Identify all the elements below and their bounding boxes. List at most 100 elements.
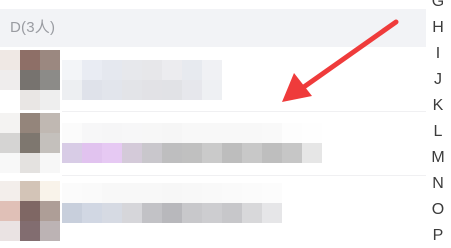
- avatar-mosaic-block: [20, 113, 40, 133]
- name-mosaic-block: [202, 80, 222, 100]
- name-mosaic-line: [62, 123, 322, 143]
- name-mosaic-block: [202, 60, 222, 80]
- name-mosaic-block: [142, 123, 162, 143]
- name-mosaic-block: [162, 183, 182, 203]
- name-mosaic-block: [82, 143, 102, 163]
- avatar: [0, 181, 60, 241]
- contacts-screen: D(3人) G H I J K L M N O P: [0, 0, 451, 248]
- name-mosaic-line: [62, 203, 282, 223]
- name-mosaic-block: [142, 143, 162, 163]
- avatar-mosaic-block: [40, 113, 60, 133]
- contact-row[interactable]: [0, 113, 426, 173]
- avatar: [0, 50, 60, 110]
- name-mosaic-block: [102, 60, 122, 80]
- name-mosaic-block: [82, 60, 102, 80]
- name-mosaic-block: [222, 143, 242, 163]
- name-mosaic-block: [142, 183, 162, 203]
- name-mosaic-block: [122, 143, 142, 163]
- avatar-mosaic-block: [0, 113, 20, 133]
- name-mosaic-block: [242, 143, 262, 163]
- name-mosaic-block: [142, 203, 162, 223]
- name-mosaic-block: [82, 203, 102, 223]
- avatar-mosaic-block: [20, 181, 40, 201]
- name-mosaic-block: [62, 80, 82, 100]
- name-mosaic-block: [222, 183, 242, 203]
- name-mosaic-block: [62, 123, 82, 143]
- name-mosaic-block: [262, 203, 282, 223]
- avatar-mosaic-block: [40, 70, 60, 90]
- contact-name-redacted: [62, 183, 282, 223]
- name-mosaic-block: [102, 123, 122, 143]
- index-letter-o[interactable]: O: [425, 200, 451, 220]
- name-mosaic-block: [282, 123, 302, 143]
- name-mosaic-block: [162, 123, 182, 143]
- name-mosaic-block: [262, 143, 282, 163]
- name-mosaic-block: [202, 203, 222, 223]
- name-mosaic-block: [302, 123, 322, 143]
- index-letter-i[interactable]: I: [425, 44, 451, 64]
- avatar-mosaic-block: [40, 181, 60, 201]
- avatar-mosaic-block: [40, 90, 60, 110]
- avatar-mosaic-block: [40, 50, 60, 70]
- avatar-mosaic-block: [40, 133, 60, 153]
- avatar-mosaic-block: [20, 133, 40, 153]
- contact-row[interactable]: [0, 181, 426, 248]
- name-mosaic-block: [62, 183, 82, 203]
- index-letter-p[interactable]: P: [425, 226, 451, 246]
- name-mosaic-block: [182, 183, 202, 203]
- name-mosaic-block: [162, 80, 182, 100]
- name-mosaic-block: [102, 143, 122, 163]
- avatar-mosaic-block: [20, 90, 40, 110]
- name-mosaic-block: [82, 183, 102, 203]
- name-mosaic-block: [162, 203, 182, 223]
- name-mosaic-block: [122, 203, 142, 223]
- index-letter-l[interactable]: L: [425, 122, 451, 142]
- name-mosaic-block: [122, 123, 142, 143]
- name-mosaic-block: [222, 123, 242, 143]
- alphabet-index[interactable]: G H I J K L M N O P: [425, 0, 451, 248]
- name-mosaic-block: [302, 143, 322, 163]
- index-letter-n[interactable]: N: [425, 174, 451, 194]
- name-mosaic-block: [242, 123, 262, 143]
- avatar-mosaic-block: [0, 201, 20, 221]
- section-header-d: D(3人): [0, 9, 426, 47]
- name-mosaic-block: [282, 143, 302, 163]
- name-mosaic-block: [162, 143, 182, 163]
- name-mosaic-block: [182, 123, 202, 143]
- avatar-mosaic-block: [0, 70, 20, 90]
- name-mosaic-block: [202, 123, 222, 143]
- name-mosaic-block: [242, 183, 262, 203]
- avatar: [0, 113, 60, 173]
- avatar-mosaic-block: [0, 153, 20, 173]
- name-mosaic-block: [122, 80, 142, 100]
- name-mosaic-line: [62, 183, 282, 203]
- name-mosaic-block: [242, 203, 262, 223]
- avatar-mosaic-block: [20, 201, 40, 221]
- contact-name-redacted: [62, 60, 222, 100]
- name-mosaic-block: [102, 203, 122, 223]
- name-mosaic-block: [62, 203, 82, 223]
- name-mosaic-line: [62, 60, 222, 80]
- name-mosaic-block: [162, 60, 182, 80]
- name-mosaic-line: [62, 143, 322, 163]
- name-mosaic-block: [222, 203, 242, 223]
- section-header-label: D(3人): [10, 19, 56, 36]
- avatar-mosaic-block: [0, 50, 20, 70]
- name-mosaic-block: [82, 80, 102, 100]
- index-letter-g[interactable]: G: [425, 0, 451, 12]
- name-mosaic-block: [202, 183, 222, 203]
- name-mosaic-block: [122, 60, 142, 80]
- contact-row[interactable]: [0, 50, 426, 110]
- avatar-mosaic-block: [0, 221, 20, 241]
- name-mosaic-block: [82, 123, 102, 143]
- index-letter-h[interactable]: H: [425, 18, 451, 38]
- name-mosaic-block: [182, 143, 202, 163]
- contact-name-redacted: [62, 123, 322, 163]
- index-letter-k[interactable]: K: [425, 96, 451, 116]
- name-mosaic-block: [62, 60, 82, 80]
- index-letter-m[interactable]: M: [425, 148, 451, 168]
- name-mosaic-block: [62, 143, 82, 163]
- row-divider: [62, 175, 426, 176]
- index-letter-j[interactable]: J: [425, 70, 451, 90]
- avatar-mosaic-block: [20, 153, 40, 173]
